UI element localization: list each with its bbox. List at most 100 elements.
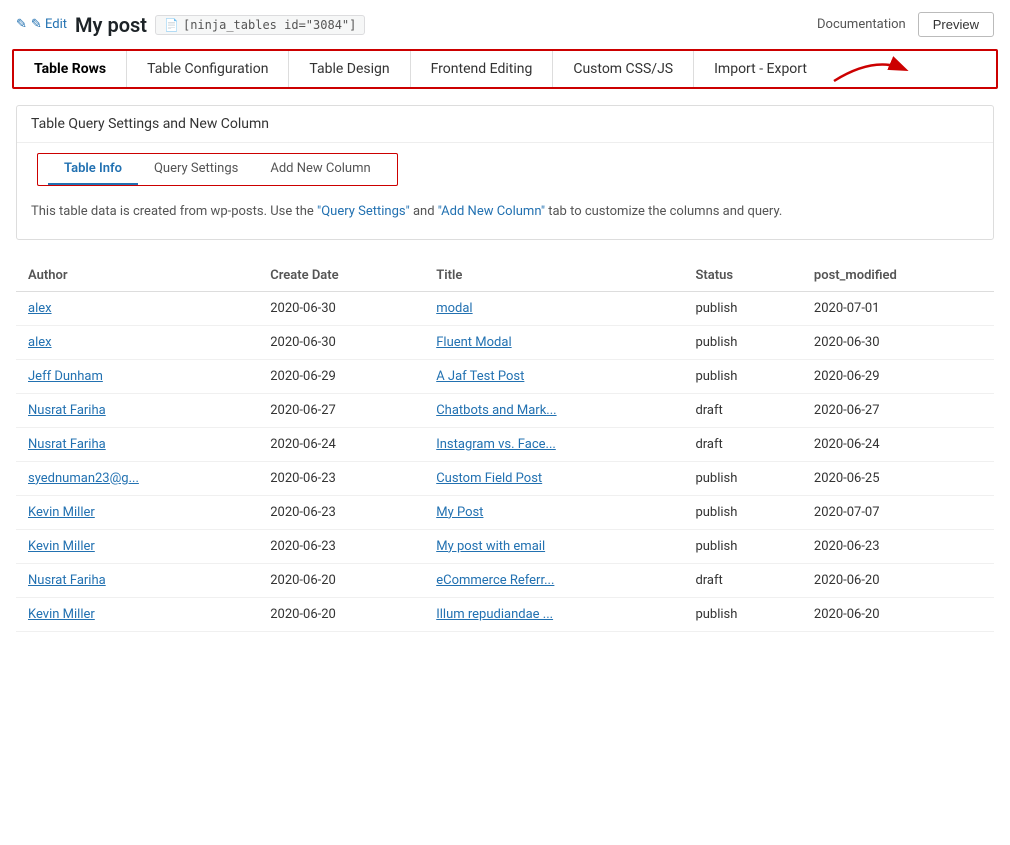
cell-status: publish xyxy=(683,359,801,393)
cell-create-date: 2020-06-23 xyxy=(258,495,424,529)
top-bar-left: ✎ ✎ Edit My post 📄 [ninja_tables id="308… xyxy=(16,13,365,37)
cell-post-modified: 2020-06-20 xyxy=(802,563,994,597)
sub-tab-add-new-column[interactable]: Add New Column xyxy=(254,154,386,185)
author-link[interactable]: Kevin Miller xyxy=(28,539,95,554)
cell-status: publish xyxy=(683,461,801,495)
post-title: My post xyxy=(75,13,147,37)
tab-import-export[interactable]: Import - Export xyxy=(694,51,827,87)
cell-author: alex xyxy=(16,291,258,325)
table-row: Kevin Miller 2020-06-20 Illum repudiandae … xyxy=(16,597,994,631)
cell-author: Jeff Dunham xyxy=(16,359,258,393)
sub-tab-query-settings[interactable]: Query Settings xyxy=(138,154,254,185)
title-link[interactable]: eCommerce Referr... xyxy=(436,573,554,588)
cell-title: eCommerce Referr... xyxy=(424,563,683,597)
table-row: syednuman23@g... 2020-06-23 Custom Field P… xyxy=(16,461,994,495)
cell-status: publish xyxy=(683,529,801,563)
title-link[interactable]: Illum repudiandae ... xyxy=(436,607,553,622)
add-new-column-link[interactable]: "Add New Column" xyxy=(438,204,545,219)
cell-author: Nusrat Fariha xyxy=(16,427,258,461)
cell-title: My Post xyxy=(424,495,683,529)
tab-custom-css-js[interactable]: Custom CSS/JS xyxy=(553,51,694,87)
cell-status: draft xyxy=(683,563,801,597)
cell-post-modified: 2020-07-01 xyxy=(802,291,994,325)
author-link[interactable]: Nusrat Fariha xyxy=(28,403,106,418)
author-link[interactable]: syednuman23@g... xyxy=(28,471,139,486)
cell-post-modified: 2020-07-07 xyxy=(802,495,994,529)
shortcode-icon: 📄 xyxy=(164,18,179,32)
title-link[interactable]: Custom Field Post xyxy=(436,471,542,486)
sub-tab-navigation: Table Info Query Settings Add New Column xyxy=(37,153,398,186)
cell-status: publish xyxy=(683,597,801,631)
cell-author: syednuman23@g... xyxy=(16,461,258,495)
title-link[interactable]: My Post xyxy=(436,505,483,520)
cell-create-date: 2020-06-23 xyxy=(258,529,424,563)
author-link[interactable]: Jeff Dunham xyxy=(28,369,103,384)
title-link[interactable]: My post with email xyxy=(436,539,545,554)
shortcode-text: [ninja_tables id="3084"] xyxy=(183,18,356,32)
edit-label: ✎ Edit xyxy=(31,17,67,32)
table-row: alex2020-06-30Fluent Modalpublish2020-06… xyxy=(16,325,994,359)
cell-author: alex xyxy=(16,325,258,359)
author-link[interactable]: Nusrat Fariha xyxy=(28,437,106,452)
query-info-text: This table data is created from wp-posts… xyxy=(17,186,993,239)
author-link[interactable]: Kevin Miller xyxy=(28,607,95,622)
table-row: Kevin Miller 2020-06-23 My post with email… xyxy=(16,529,994,563)
cell-post-modified: 2020-06-29 xyxy=(802,359,994,393)
author-link[interactable]: Kevin Miller xyxy=(28,505,95,520)
table-row: alex2020-06-30modalpublish2020-07-01 xyxy=(16,291,994,325)
arrow-annotation xyxy=(824,51,914,91)
table-row: Nusrat Fariha 2020-06-24 Instagram vs. Fac… xyxy=(16,427,994,461)
col-status: Status xyxy=(683,260,801,292)
tab-table-configuration[interactable]: Table Configuration xyxy=(127,51,289,87)
documentation-link[interactable]: Documentation xyxy=(817,17,906,32)
cell-post-modified: 2020-06-24 xyxy=(802,427,994,461)
sub-tab-table-info[interactable]: Table Info xyxy=(48,154,138,185)
title-link[interactable]: Fluent Modal xyxy=(436,335,511,350)
cell-status: publish xyxy=(683,325,801,359)
title-link[interactable]: Chatbots and Mark... xyxy=(436,403,556,418)
col-title: Title xyxy=(424,260,683,292)
title-link[interactable]: Instagram vs. Face... xyxy=(436,437,556,452)
tab-frontend-editing[interactable]: Frontend Editing xyxy=(411,51,554,87)
cell-status: publish xyxy=(683,495,801,529)
author-link[interactable]: alex xyxy=(28,301,52,316)
cell-create-date: 2020-06-23 xyxy=(258,461,424,495)
col-post-modified: post_modified xyxy=(802,260,994,292)
preview-button[interactable]: Preview xyxy=(918,12,994,37)
table-row: Kevin Miller 2020-06-23 My Post publish2020… xyxy=(16,495,994,529)
cell-title: Custom Field Post xyxy=(424,461,683,495)
cell-title: A Jaf Test Post xyxy=(424,359,683,393)
cell-title: modal xyxy=(424,291,683,325)
cell-status: draft xyxy=(683,393,801,427)
cell-post-modified: 2020-06-20 xyxy=(802,597,994,631)
content-area: Table Query Settings and New Column Tabl… xyxy=(0,89,1010,632)
edit-icon: ✎ xyxy=(16,17,27,32)
cell-title: Instagram vs. Face... xyxy=(424,427,683,461)
tab-table-design[interactable]: Table Design xyxy=(289,51,410,87)
table-header-row: Author Create Date Title Status post_mod… xyxy=(16,260,994,292)
query-settings-link[interactable]: "Query Settings" xyxy=(317,204,410,219)
tab-table-rows[interactable]: Table Rows xyxy=(14,51,127,87)
cell-author: Kevin Miller xyxy=(16,495,258,529)
author-link[interactable]: Nusrat Fariha xyxy=(28,573,106,588)
col-author: Author xyxy=(16,260,258,292)
title-link[interactable]: A Jaf Test Post xyxy=(436,369,524,384)
author-link[interactable]: alex xyxy=(28,335,52,350)
cell-title: Fluent Modal xyxy=(424,325,683,359)
cell-create-date: 2020-06-29 xyxy=(258,359,424,393)
cell-title: Illum repudiandae ... xyxy=(424,597,683,631)
cell-status: publish xyxy=(683,291,801,325)
cell-title: My post with email xyxy=(424,529,683,563)
top-bar-right: Documentation Preview xyxy=(817,12,994,37)
shortcode-badge: 📄 [ninja_tables id="3084"] xyxy=(155,15,365,35)
cell-post-modified: 2020-06-23 xyxy=(802,529,994,563)
cell-post-modified: 2020-06-27 xyxy=(802,393,994,427)
table-row: Nusrat Fariha 2020-06-27 Chatbots and Mark… xyxy=(16,393,994,427)
query-box: Table Query Settings and New Column Tabl… xyxy=(16,105,994,240)
col-create-date: Create Date xyxy=(258,260,424,292)
edit-link[interactable]: ✎ ✎ Edit xyxy=(16,17,67,32)
title-link[interactable]: modal xyxy=(436,301,472,316)
cell-post-modified: 2020-06-30 xyxy=(802,325,994,359)
cell-create-date: 2020-06-20 xyxy=(258,563,424,597)
cell-create-date: 2020-06-30 xyxy=(258,325,424,359)
